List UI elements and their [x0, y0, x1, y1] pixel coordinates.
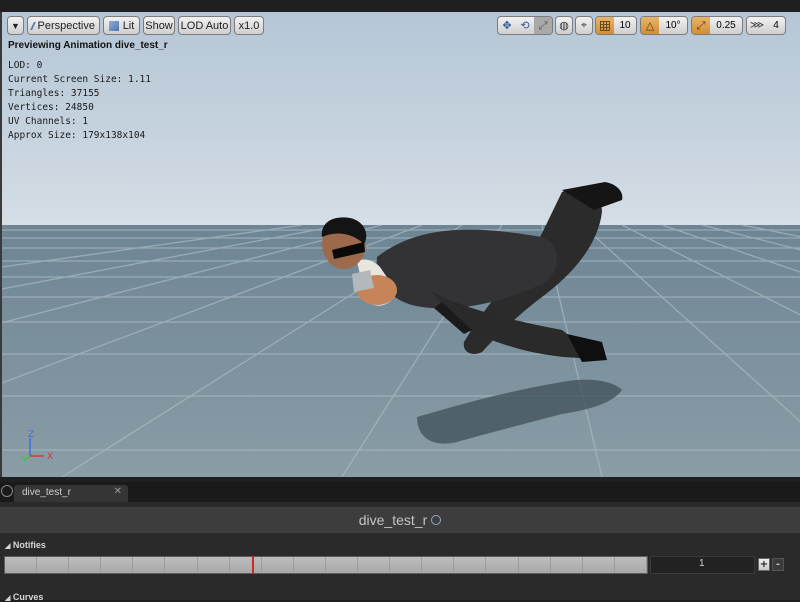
track-segment — [422, 557, 455, 573]
axis-x-label: X — [47, 452, 53, 462]
track-segment — [69, 557, 102, 573]
track-segment — [37, 557, 70, 573]
add-label: + — [759, 558, 769, 570]
animation-header: dive_test_r — [0, 507, 800, 533]
world-local-button[interactable]: ◍ — [555, 16, 573, 35]
close-icon[interactable]: ✕ — [114, 486, 122, 497]
angle-icon: △ — [645, 19, 655, 32]
track-segment — [358, 557, 391, 573]
transform-tools: ✥ ⟲ ⤢ — [497, 16, 553, 35]
tab-dive-test-r[interactable]: dive_test_r ✕ — [14, 485, 128, 502]
track-segment — [325, 557, 359, 573]
snap-icon: ⌖ — [581, 20, 587, 31]
perspective-button[interactable]: Perspective — [27, 16, 100, 35]
track-segment — [133, 557, 166, 573]
track-segment — [165, 557, 198, 573]
camera-speed-group[interactable]: ⋙ 4 — [746, 16, 786, 35]
axis-y-label: Y — [20, 455, 25, 462]
curves-label: Curves — [12, 592, 44, 602]
rotation-snap-toggle[interactable]: △ — [641, 17, 659, 34]
track-segment — [197, 557, 230, 573]
curves-section[interactable]: ◢ Curves — [5, 592, 43, 602]
track-segment — [518, 557, 551, 573]
preview-title: Previewing Animation dive_test_r — [8, 40, 168, 51]
scale-icon[interactable]: ⤢ — [534, 17, 552, 34]
collapse-arrow-icon: ◢ — [5, 543, 11, 550]
help-icon[interactable] — [1, 485, 13, 497]
notify-track[interactable] — [4, 556, 648, 574]
track-segment — [550, 557, 583, 573]
stat-screen-size: Current Screen Size: 1.11 — [8, 74, 151, 85]
track-segment — [101, 557, 134, 573]
stat-triangles: Triangles: 37155 — [8, 88, 100, 99]
grid-snap-group: 10 — [595, 16, 637, 35]
lit-button[interactable]: Lit — [103, 16, 140, 35]
track-number-box: 1 — [650, 556, 755, 574]
scale-snap-value[interactable]: 0.25 — [710, 17, 742, 34]
remove-label: - — [775, 558, 781, 570]
track-segment — [486, 557, 519, 573]
scale-arrow-icon: ⤢ — [696, 18, 706, 32]
help-icon[interactable] — [431, 515, 442, 525]
collapse-arrow-icon: ◢ — [5, 595, 11, 602]
stat-lod: LOD: 0 — [8, 60, 43, 71]
track-segment — [293, 557, 326, 573]
grid-snap-toggle[interactable] — [596, 17, 614, 34]
scale-snap-toggle[interactable]: ⤢ — [692, 17, 710, 34]
axis-gizmo: Z X Y — [20, 430, 53, 462]
rotation-snap-value[interactable]: 10° — [659, 17, 687, 34]
stat-uv-channels: UV Channels: 1 — [8, 116, 89, 127]
viewport[interactable]: ▼ Perspective Lit Show LOD Auto x1.0 ✥ ⟲… — [0, 12, 800, 477]
notifies-label: Notifies — [12, 540, 46, 550]
notifies-section[interactable]: ◢ Notifies — [5, 540, 46, 550]
rotation-snap-group: △ 10° — [640, 16, 688, 35]
stat-approx-size: Approx Size: 179x138x104 — [8, 130, 146, 141]
playback-speed-button[interactable]: x1.0 — [234, 16, 264, 35]
translate-icon[interactable]: ✥ — [498, 17, 516, 34]
camera-speed-value: 4 — [773, 20, 779, 31]
track-segment — [454, 557, 487, 573]
axis-z-label: Z — [28, 430, 34, 440]
track-segment — [390, 557, 423, 573]
globe-icon: ◍ — [559, 20, 569, 32]
track-segment — [582, 557, 615, 573]
animation-title: dive_test_r — [358, 512, 428, 528]
scale-snap-group: ⤢ 0.25 — [691, 16, 743, 35]
stat-vertices: Vertices: 24850 — [8, 102, 94, 113]
lod-button[interactable]: LOD Auto — [178, 16, 231, 35]
show-button[interactable]: Show — [143, 16, 175, 35]
viewport-options-button[interactable]: ▼ — [7, 16, 24, 35]
track-segment — [261, 557, 294, 573]
remove-track-button[interactable]: - — [772, 558, 784, 571]
grid-snap-value[interactable]: 10 — [614, 17, 636, 34]
tab-label: dive_test_r — [22, 487, 71, 498]
track-number: 1 — [699, 558, 705, 569]
grid-icon — [600, 20, 610, 31]
add-track-button[interactable]: + — [758, 558, 770, 571]
camera-speed-icon: ⋙ — [749, 20, 765, 31]
surface-snap-button[interactable]: ⌖ — [575, 16, 593, 35]
viewport-stats: LOD: 0 Current Screen Size: 1.11 Triangl… — [8, 59, 151, 143]
chevron-down-icon: ▼ — [11, 20, 20, 31]
lit-cube-icon — [108, 20, 119, 31]
rotate-icon[interactable]: ⟲ — [516, 17, 534, 34]
camera-icon — [30, 21, 36, 30]
track-segment — [229, 557, 262, 573]
playhead[interactable] — [252, 556, 254, 574]
track-segment — [614, 557, 647, 573]
track-segment — [5, 557, 38, 573]
